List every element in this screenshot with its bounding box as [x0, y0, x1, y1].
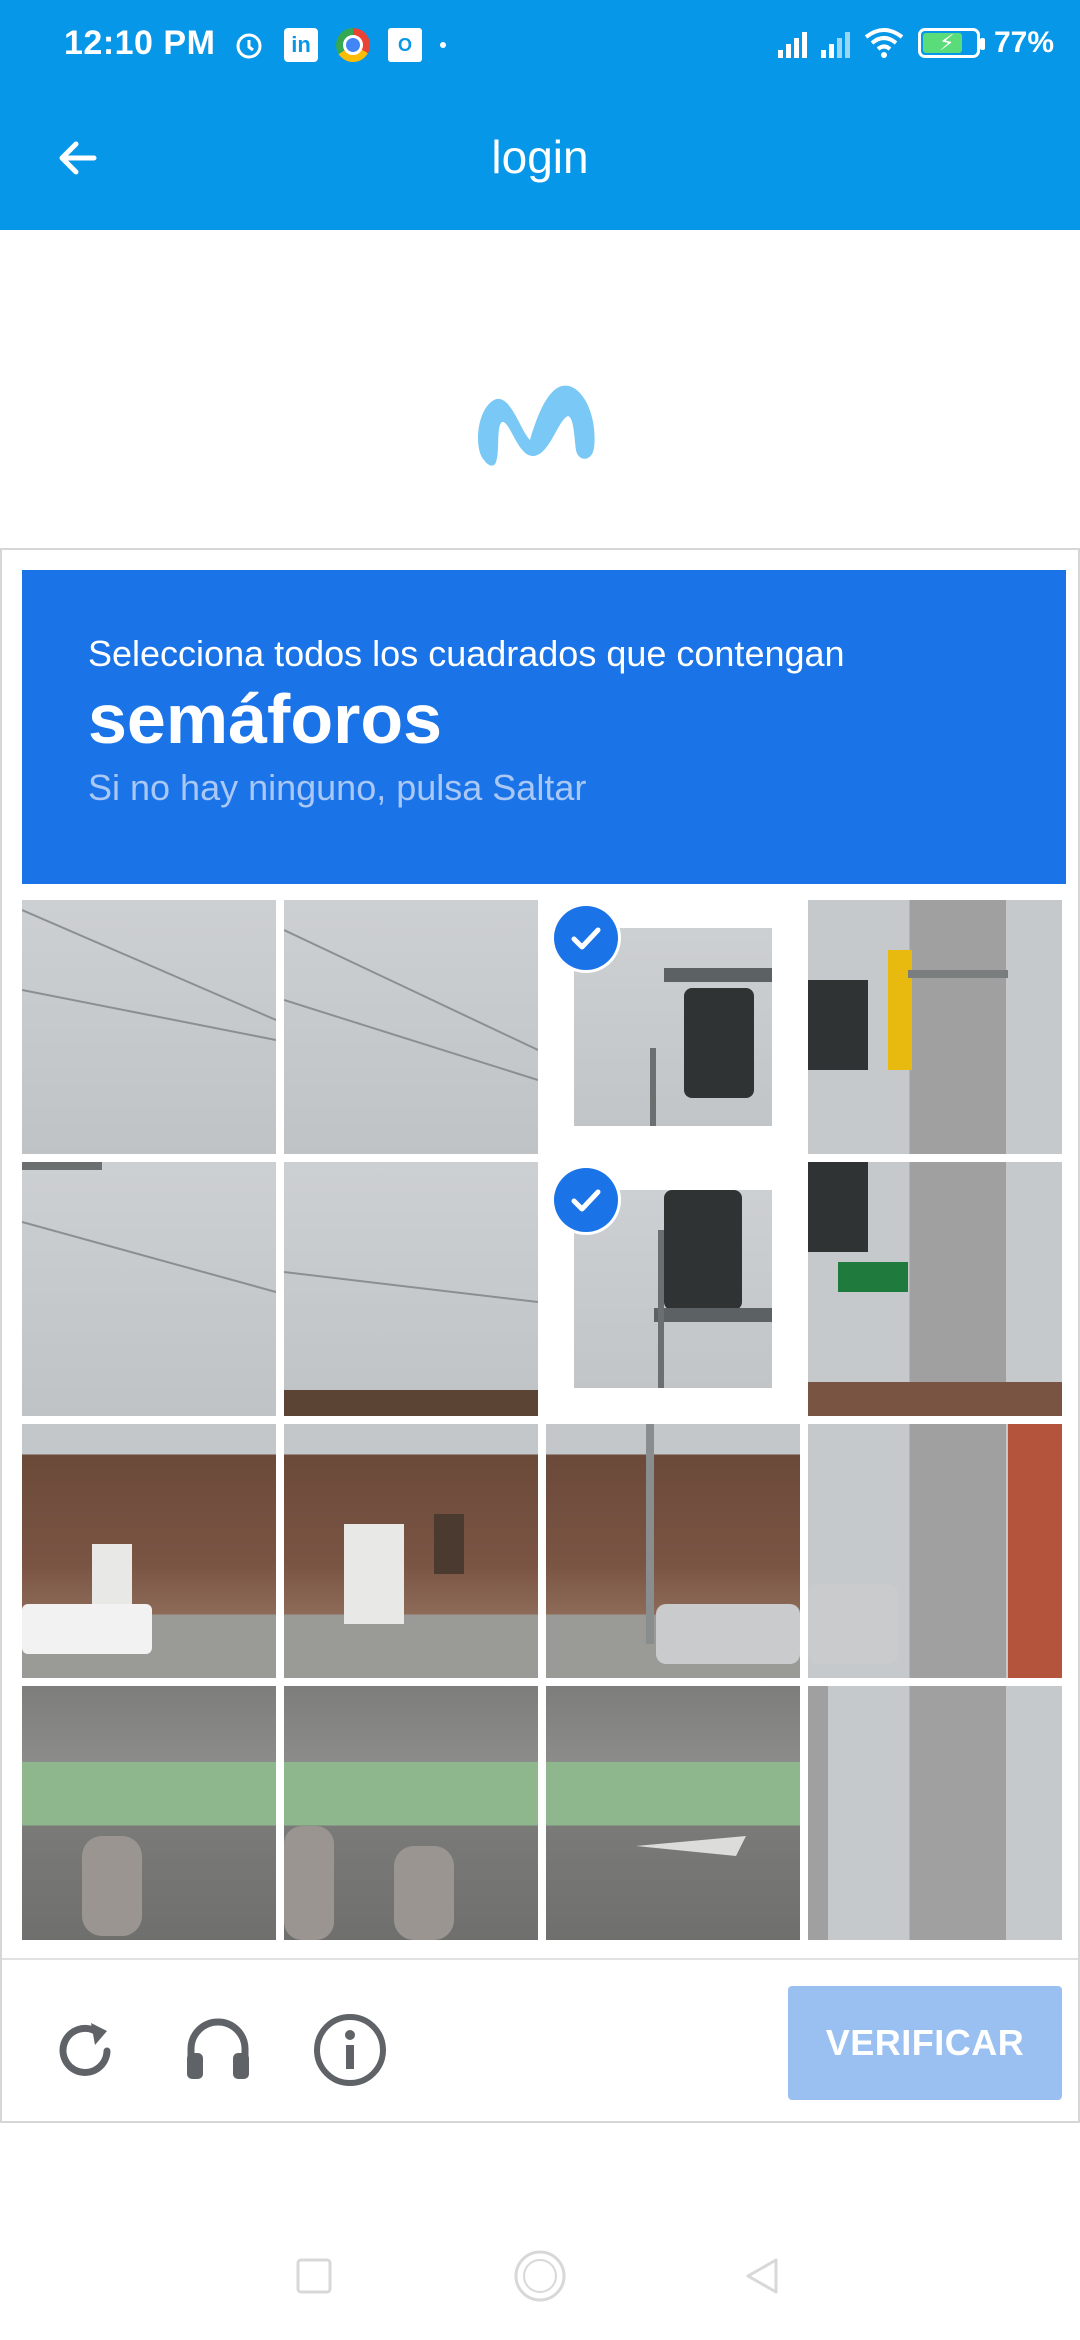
signal-icon — [777, 28, 807, 58]
recents-button[interactable] — [284, 2246, 344, 2306]
captcha-tile[interactable] — [22, 900, 276, 1154]
reload-icon — [59, 2023, 111, 2076]
chrome-icon — [336, 28, 370, 62]
check-icon — [554, 1168, 618, 1232]
captcha-tile[interactable] — [808, 1424, 1062, 1678]
alarm-icon — [232, 28, 266, 62]
tile-image — [808, 1424, 1062, 1678]
captcha-footer-divider — [2, 1958, 1078, 1960]
captcha-tile[interactable] — [808, 1686, 1062, 1940]
tile-image — [22, 1686, 276, 1940]
info-button[interactable] — [310, 2010, 390, 2090]
captcha-hint: Si no hay ninguno, pulsa Saltar — [88, 767, 587, 808]
system-nav-bar — [0, 2210, 1080, 2340]
signal-icon — [820, 28, 850, 58]
verify-button[interactable]: VERIFICAR — [788, 1986, 1062, 2100]
reload-button[interactable] — [46, 2010, 126, 2090]
tile-image — [284, 1686, 538, 1940]
battery-percent: 77% — [993, 26, 1054, 59]
tile-image — [808, 900, 1062, 1154]
triangle-back-icon — [746, 2258, 778, 2294]
status-time: 12:10 PM — [64, 24, 216, 62]
captcha-tile[interactable] — [284, 1424, 538, 1678]
notification-icons: in O — [232, 28, 446, 62]
captcha-tile[interactable] — [546, 1686, 800, 1940]
more-notifications-dot — [440, 42, 446, 48]
captcha-grid — [22, 900, 1062, 1940]
battery-charging-icon: ⚡ — [917, 28, 985, 58]
status-bar: 12:10 PM in O ⚡ 77% — [0, 0, 1080, 96]
captcha-tile[interactable] — [22, 1686, 276, 1940]
tile-image — [808, 1162, 1062, 1416]
tile-image — [284, 1162, 538, 1416]
info-icon — [314, 2014, 386, 2086]
tile-image — [22, 900, 276, 1154]
tile-image — [546, 1424, 800, 1678]
captcha-instruction: Selecciona todos los cuadrados que conte… — [88, 633, 845, 674]
captcha-tile[interactable] — [284, 1162, 538, 1416]
outlook-icon: O — [388, 28, 422, 62]
tile-image — [284, 900, 538, 1154]
square-icon — [296, 2258, 332, 2294]
app-bar: login — [0, 96, 1080, 230]
captcha-tile[interactable] — [808, 900, 1062, 1154]
tile-image — [22, 1162, 276, 1416]
captcha-tile-selected[interactable] — [546, 1162, 800, 1416]
page-title: login — [491, 131, 589, 183]
tile-image — [22, 1424, 276, 1678]
headphones-icon — [187, 2018, 249, 2079]
back-nav-button[interactable] — [732, 2246, 792, 2306]
system-icons: ⚡ 77% — [777, 26, 1054, 60]
captcha-tile[interactable] — [22, 1424, 276, 1678]
tile-image — [284, 1424, 538, 1678]
captcha-tile[interactable] — [22, 1162, 276, 1416]
audio-challenge-button[interactable] — [178, 2010, 258, 2090]
captcha-tile[interactable] — [284, 1686, 538, 1940]
movistar-logo — [470, 370, 610, 480]
captcha-keyword: semáforos — [88, 680, 443, 758]
captcha-tile[interactable] — [284, 900, 538, 1154]
captcha-tile[interactable] — [546, 1424, 800, 1678]
tile-image — [546, 1686, 800, 1940]
captcha-tile[interactable] — [808, 1162, 1062, 1416]
captcha-prompt: Selecciona todos los cuadrados que conte… — [22, 570, 1066, 884]
linkedin-icon: in — [284, 28, 318, 62]
circle-icon — [514, 2250, 566, 2302]
home-button[interactable] — [510, 2246, 570, 2306]
tile-image — [808, 1686, 1062, 1940]
captcha-tile-selected[interactable] — [546, 900, 800, 1154]
check-icon — [554, 906, 618, 970]
wifi-icon — [864, 27, 904, 59]
